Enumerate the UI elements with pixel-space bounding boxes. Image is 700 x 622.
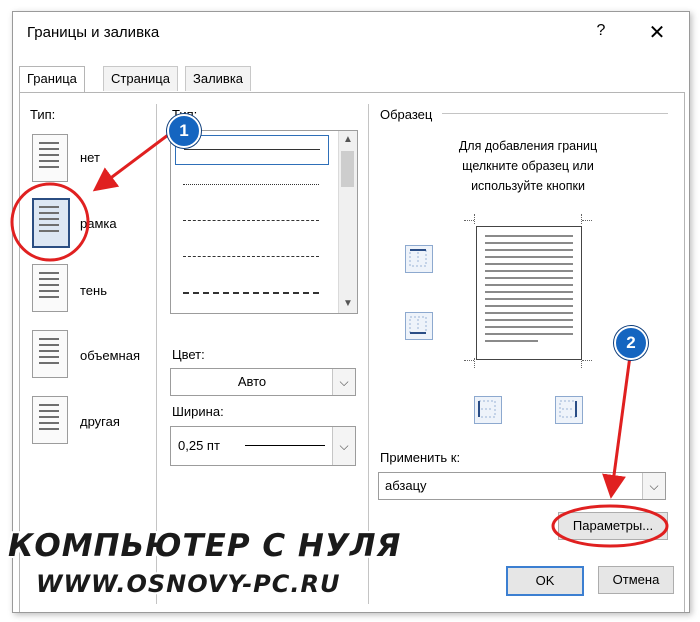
- callout-1: 1: [167, 114, 201, 148]
- highlight-options-ellipse: [551, 504, 669, 548]
- highlight-box-circle: [10, 182, 90, 262]
- callout-2: 2: [614, 326, 648, 360]
- arrow-2: [602, 355, 632, 499]
- watermark-title: КОМПЬЮТЕР С НУЛЯ: [8, 528, 402, 564]
- arrow-1: [92, 130, 173, 192]
- watermark-url: WWW.OSNOVY-PC.RU: [36, 570, 341, 598]
